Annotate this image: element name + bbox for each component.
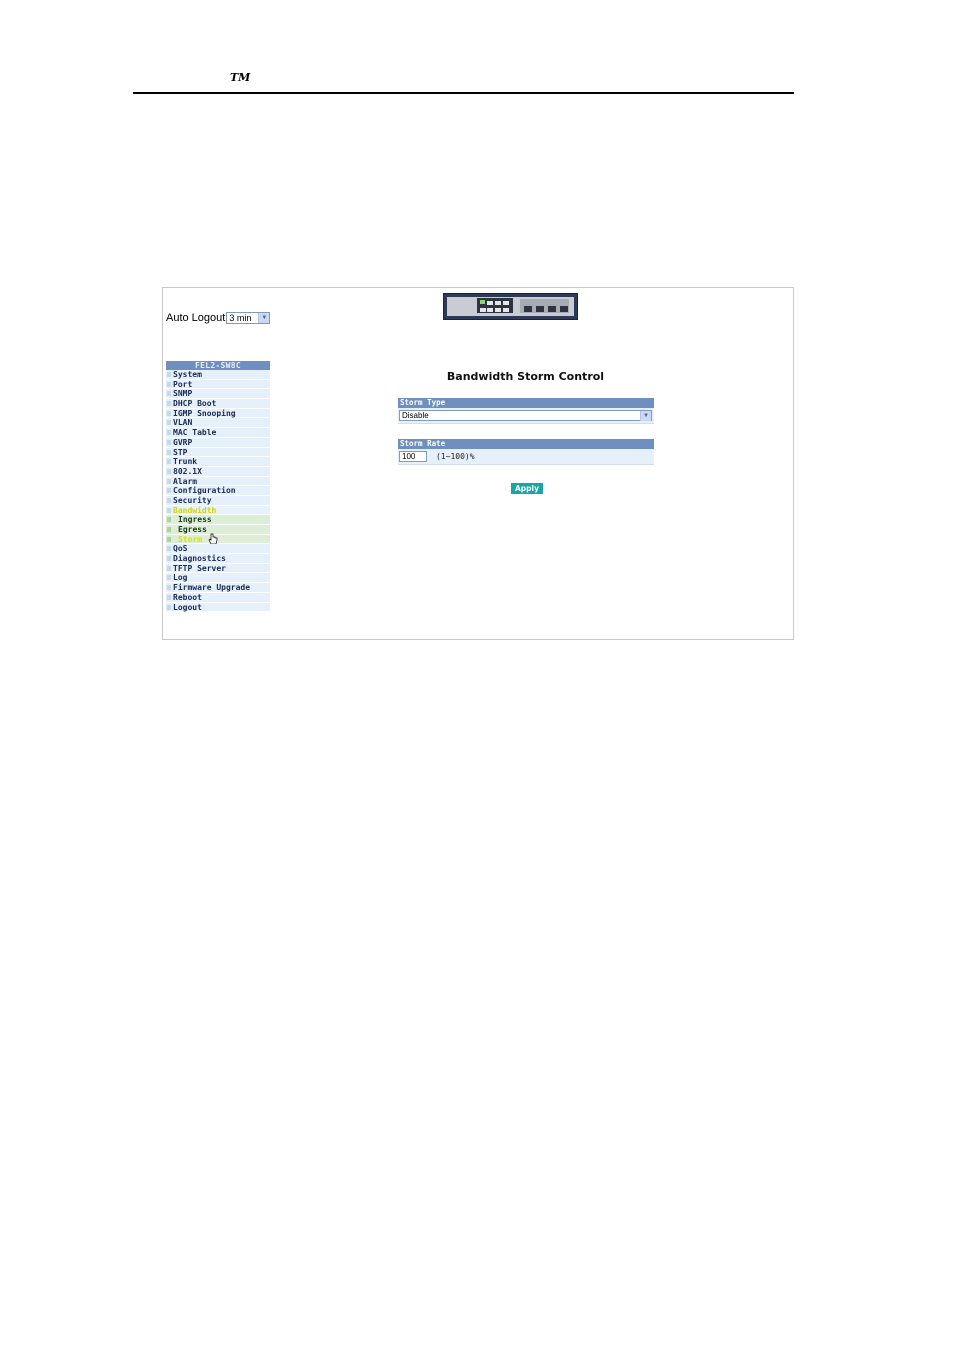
sidebar-item-dhcp-boot[interactable]: DHCP Boot — [166, 399, 270, 409]
storm-rate-header: Storm Rate — [398, 439, 654, 449]
switch-device-image — [443, 293, 578, 320]
sidebar-item-tftp-server[interactable]: TFTP Server — [166, 563, 270, 574]
sidebar-item-reboot[interactable]: Reboot — [166, 592, 270, 603]
trademark-symbol: TM — [230, 71, 251, 84]
header-rule — [133, 92, 794, 94]
sidebar-item-vlan[interactable]: VLAN — [166, 418, 270, 429]
storm-type-section: Storm Type Disable ▼ — [398, 398, 654, 424]
sidebar-item-security[interactable]: Security — [166, 495, 270, 506]
apply-button[interactable]: Apply — [511, 483, 543, 494]
page-title: Bandwidth Storm Control — [446, 370, 605, 383]
web-ui-screenshot: Auto Logout 3 min ▼ FEL2-SW8C System Por… — [162, 287, 794, 640]
storm-rate-hint: (1~100)% — [436, 452, 475, 461]
sidebar-item-port[interactable]: Port — [166, 379, 270, 390]
auto-logout-value: 3 min — [229, 313, 252, 323]
auto-logout-label: Auto Logout — [166, 312, 226, 324]
sidebar-subitem-storm[interactable]: Storm — [166, 533, 270, 545]
sidebar-item-logout[interactable]: Logout — [166, 602, 270, 613]
sidebar-item-bandwidth[interactable]: Bandwidth — [166, 505, 270, 516]
sidebar-item-stp[interactable]: STP — [166, 447, 270, 458]
sidebar-subitem-storm-label: Storm — [178, 534, 203, 544]
sidebar-item-gvrp[interactable]: GVRP — [166, 437, 270, 448]
sidebar-item-log[interactable]: Log — [166, 573, 270, 584]
sidebar-item-snmp[interactable]: SNMP — [166, 389, 270, 400]
auto-logout-select[interactable]: 3 min ▼ — [226, 312, 271, 324]
chevron-down-icon[interactable]: ▼ — [258, 313, 270, 323]
sidebar-title: FEL2-SW8C — [166, 361, 270, 370]
sidebar-item-system[interactable]: System — [166, 370, 270, 380]
storm-type-header: Storm Type — [398, 398, 654, 408]
sidebar-item-8021x[interactable]: 802.1X — [166, 466, 270, 477]
storm-rate-input[interactable]: 100 — [399, 451, 427, 462]
sidebar-menu: FEL2-SW8C System Port SNMP DHCP Boot IGM… — [166, 361, 270, 613]
sidebar-item-firmware-upgrade[interactable]: Firmware Upgrade — [166, 583, 270, 593]
auto-logout: Auto Logout 3 min ▼ — [166, 312, 271, 324]
sidebar-item-diagnostics[interactable]: Diagnostics — [166, 554, 270, 564]
storm-rate-section: Storm Rate 100 (1~100)% — [398, 439, 654, 465]
sidebar-subitem-ingress[interactable]: Ingress — [166, 515, 270, 525]
storm-type-select[interactable]: Disable ▼ — [399, 410, 652, 421]
sidebar-item-qos[interactable]: QoS — [166, 544, 270, 555]
chevron-down-icon[interactable]: ▼ — [640, 410, 651, 421]
storm-type-value: Disable — [402, 411, 429, 420]
sidebar-item-igmp-snooping[interactable]: IGMP Snooping — [166, 408, 270, 419]
sidebar-item-mac-table[interactable]: MAC Table — [166, 428, 270, 438]
sidebar-subitem-egress[interactable]: Egress — [166, 525, 270, 535]
hand-cursor-icon — [208, 533, 218, 545]
sidebar-item-configuration[interactable]: Configuration — [166, 486, 270, 496]
sidebar-item-alarm[interactable]: Alarm — [166, 476, 270, 487]
sidebar-item-trunk[interactable]: Trunk — [166, 457, 270, 467]
